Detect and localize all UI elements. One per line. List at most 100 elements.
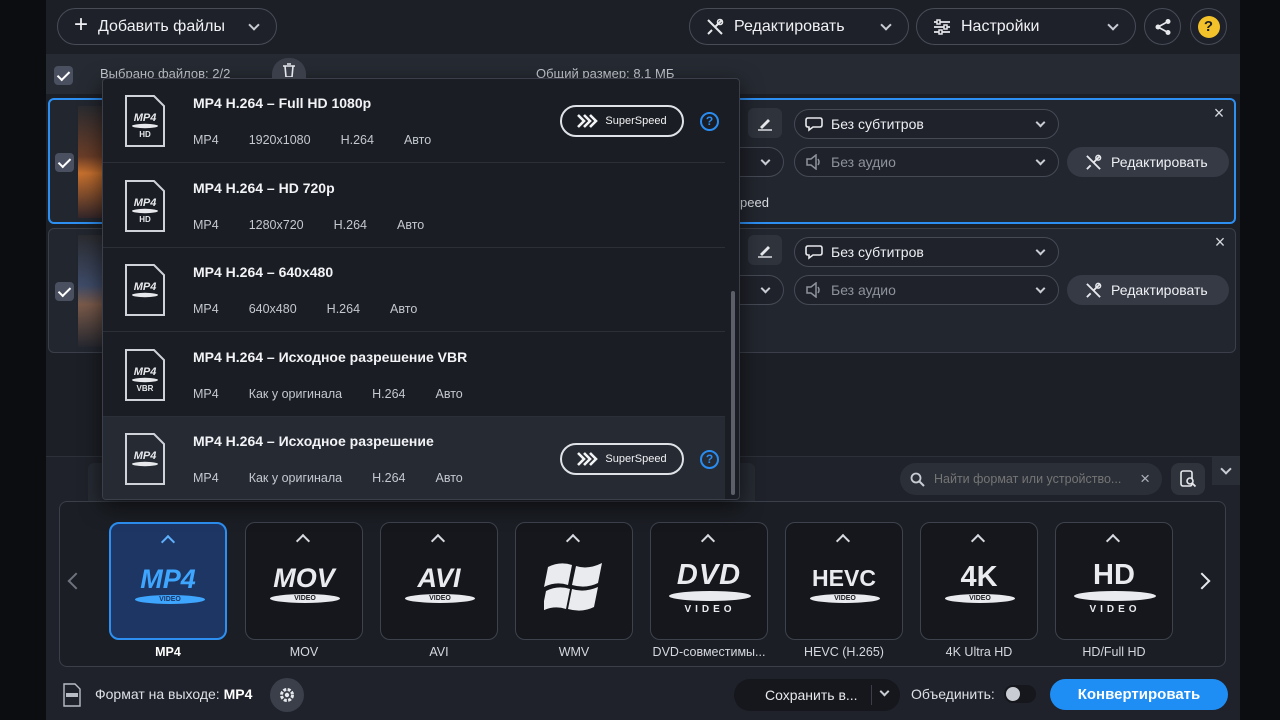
device-detect-button[interactable] (1171, 463, 1205, 495)
preset-meta: MP4 640x480 H.264 Авто (193, 302, 447, 316)
pen-icon-button[interactable] (748, 235, 782, 265)
file-checkbox[interactable] (55, 282, 74, 301)
video-badge: VIDEO (810, 594, 880, 603)
superspeed-badge[interactable]: SuperSpeed (560, 443, 684, 475)
preset-title: MP4 H.264 – 640x480 (193, 264, 334, 280)
edit-file-button[interactable]: Редактировать (1067, 147, 1229, 177)
subtitles-select[interactable]: Без субтитров (794, 237, 1059, 267)
audio-select[interactable]: Без аудио (794, 147, 1059, 177)
hevc-logo-icon: HEVC (812, 565, 876, 591)
format-tile-wmv[interactable] (515, 522, 633, 640)
pen-icon-button[interactable] (748, 108, 782, 138)
settings-button[interactable]: Настройки (916, 8, 1136, 45)
file-icon-tag: HD (139, 130, 151, 139)
share-button[interactable] (1144, 8, 1181, 45)
convert-button[interactable]: Конвертировать (1050, 679, 1228, 710)
preset-row[interactable]: MP4 HD MP4 H.264 – Full HD 1080p MP4 1920x10… (103, 79, 725, 163)
format-tile-avi[interactable]: AVI VIDEO (380, 522, 498, 640)
mp4-file-icon: MP4 VBR (125, 348, 165, 401)
preset-title: MP4 H.264 – Исходное разрешение VBR (193, 348, 468, 365)
video-badge: VIDEO (405, 594, 475, 603)
file-icon-text: MP4 (134, 366, 157, 378)
save-to-button[interactable]: Сохранить в... (734, 679, 900, 711)
add-files-button[interactable]: + Добавить файлы (57, 8, 277, 45)
file-icon-text: MP4 (134, 197, 157, 209)
fast-forward-icon (577, 452, 599, 466)
format-tile-mp4[interactable]: MP4 VIDEO (109, 522, 227, 640)
format-tile-mov[interactable]: MOV VIDEO (245, 522, 363, 640)
audio-value: Без аудио (831, 282, 896, 298)
superspeed-label: SuperSpeed (605, 453, 667, 465)
output-settings-button[interactable] (270, 678, 304, 712)
preset-meta-item: Как у оригинала (248, 471, 343, 485)
4k-logo-icon: 4K (960, 561, 998, 593)
preset-meta: MP4 Как у оригинала H.264 Авто (193, 387, 493, 401)
merge-toggle[interactable] (1004, 685, 1036, 703)
edit-menu-button[interactable]: Редактировать (689, 8, 909, 45)
format-search-box[interactable]: × (900, 463, 1162, 495)
preset-meta-item: 1280x720 (248, 217, 304, 232)
preset-meta-item: Как у оригинала (248, 386, 343, 401)
tools-icon (1086, 154, 1102, 170)
hd-logo-icon: HD (1093, 559, 1135, 591)
subtitles-select[interactable]: Без субтитров (794, 109, 1059, 139)
audio-select[interactable]: Без аудио (794, 275, 1059, 305)
format-label: HEVC (H.265) (804, 645, 884, 659)
preset-meta-item: Авто (403, 133, 432, 147)
superspeed-help-icon[interactable]: ? (700, 450, 719, 469)
superspeed-help-icon[interactable]: ? (700, 112, 719, 131)
clear-search-icon[interactable]: × (1140, 469, 1150, 489)
mp4-file-icon: MP4 (125, 433, 165, 485)
format-tile-4k[interactable]: 4K VIDEO (920, 522, 1038, 640)
preset-row[interactable]: MP4 VBR MP4 H.264 – Исходное разрешение VB… (103, 333, 725, 417)
preset-meta-item: MP4 (193, 471, 219, 485)
file-checkbox[interactable] (55, 153, 74, 172)
save-divider (871, 685, 872, 705)
output-format-value: MP4 (223, 686, 253, 702)
speech-bubble-icon (805, 245, 823, 260)
preset-meta-item: Авто (435, 471, 463, 485)
gear-icon (280, 688, 294, 702)
preset-title: MP4 H.264 – Исходное разрешение (193, 433, 434, 449)
preset-meta-item: MP4 (193, 386, 219, 401)
dropdown-scrollbar[interactable] (731, 291, 735, 495)
format-tile-hd[interactable]: HD VIDEO (1055, 522, 1173, 640)
mp4-file-icon: MP4 (125, 264, 165, 316)
format-label: 4K Ultra HD (945, 645, 1013, 659)
close-icon[interactable]: × (1212, 104, 1226, 122)
trash-icon (283, 63, 295, 77)
codec-select[interactable] (740, 275, 784, 305)
preset-meta-item: H.264 (340, 133, 374, 147)
preset-row[interactable]: MP4 MP4 H.264 – Исходное разрешение MP4 Как… (103, 417, 725, 499)
preset-row[interactable]: MP4 HD MP4 H.264 – HD 720p MP4 1280x720 H.264… (103, 164, 725, 248)
avi-logo-icon: AVI (417, 563, 461, 593)
chevron-down-icon (879, 686, 890, 697)
preset-meta-item: Авто (396, 217, 425, 232)
output-format-label: Формат на выходе: (95, 686, 220, 702)
collapse-panel-button[interactable] (1212, 457, 1240, 485)
chevron-down-icon (248, 19, 260, 31)
format-label: MP4 (155, 645, 181, 659)
output-file-icon (63, 683, 81, 707)
close-icon[interactable]: × (1213, 233, 1227, 251)
format-search-input[interactable] (934, 472, 1132, 486)
chevron-up-icon (160, 534, 176, 550)
help-button[interactable]: ? (1190, 8, 1227, 45)
format-tile-hevc[interactable]: HEVC VIDEO (785, 522, 903, 640)
select-all-checkbox[interactable] (54, 66, 73, 85)
tools-icon (707, 18, 724, 35)
video-badge: VIDEO (135, 595, 205, 604)
preset-row[interactable]: MP4 MP4 H.264 – 640x480 MP4 640x480 H.264 Авт… (103, 248, 725, 332)
speaker-icon (806, 282, 820, 298)
edit-file-button[interactable]: Редактировать (1067, 275, 1229, 305)
superspeed-badge[interactable]: SuperSpeed (560, 105, 684, 137)
pen-icon (758, 246, 772, 258)
preset-meta-item: H.264 (372, 471, 406, 485)
format-label: AVI (429, 645, 449, 659)
format-label: WMV (558, 645, 590, 659)
codec-select[interactable] (740, 147, 784, 177)
merge-label: Объединить: (911, 686, 995, 702)
preset-meta-item: MP4 (193, 133, 219, 147)
format-tile-dvd[interactable]: DVD VIDEO (650, 522, 768, 640)
file-icon-tag: VBR (137, 384, 154, 393)
